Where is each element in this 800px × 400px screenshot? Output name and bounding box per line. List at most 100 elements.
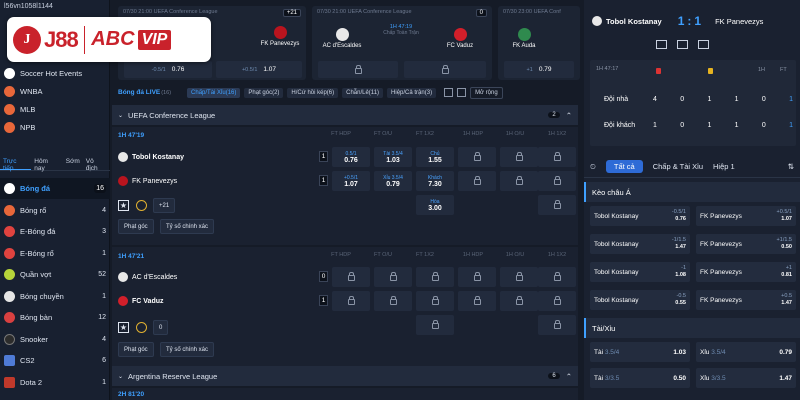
lock-icon (515, 272, 523, 281)
grid-view-icon[interactable] (457, 88, 467, 97)
odds-cell-locked[interactable] (458, 291, 496, 311)
odds-cell[interactable]: Xỉu 3.5/4 0.79 (374, 171, 412, 191)
odds-cell-locked[interactable] (416, 315, 454, 335)
sidebar-item-npb[interactable]: NPB (0, 117, 110, 138)
filter-corners[interactable]: Phạt góc(2) (244, 87, 284, 98)
odds-cell-locked[interactable] (332, 291, 370, 311)
odds-cell-locked[interactable] (500, 267, 538, 287)
odds-cell-locked[interactable] (538, 315, 576, 335)
odds-cell[interactable]: Tài 3/3.5 0.50 (590, 368, 690, 388)
odds-button-locked[interactable] (404, 61, 486, 78)
odds-cell[interactable]: Chủ 1.55 (416, 147, 454, 167)
odds-cell-locked[interactable] (416, 267, 454, 287)
sidebar-item-football[interactable]: Bóng đá 16 (0, 178, 110, 199)
field-view-icon[interactable] (677, 40, 688, 49)
tab-handicap-ou[interactable]: Chấp & Tài Xỉu (653, 162, 703, 171)
chevron-up-icon[interactable]: ⌃ (566, 111, 572, 120)
odds-cell-locked[interactable] (458, 267, 496, 287)
sidebar-item-basketball[interactable]: Bóng rổ 4 (0, 200, 110, 221)
odds-cell[interactable]: Tobol Kostanay -1 1.08 (590, 262, 690, 282)
odds-cell-locked[interactable] (538, 291, 576, 311)
sidebar-item-e-football[interactable]: E-Bóng đá 3 (0, 221, 110, 242)
tab-early[interactable]: Sớm (63, 158, 83, 170)
odds-button[interactable]: -0.5/1 0.76 (124, 61, 212, 78)
odds-cell-locked[interactable] (538, 147, 576, 167)
odds-cell[interactable]: Khách 7.30 (416, 171, 454, 191)
more-markets-button[interactable]: +21 (153, 198, 176, 213)
odds-cell[interactable]: Tobol Kostanay -1/1.5 1.47 (590, 234, 690, 254)
lock-icon (515, 176, 523, 185)
odds-cell-locked[interactable] (332, 267, 370, 287)
sidebar-item-tennis[interactable]: Quần vợt 52 (0, 264, 110, 285)
odds-cell-locked[interactable] (458, 147, 496, 167)
correct-score-button[interactable]: Tỷ số chính xác (160, 219, 215, 234)
odds-cell[interactable]: Xỉu 3.5/4 0.79 (696, 342, 796, 362)
correct-score-button[interactable]: Tỷ số chính xác (160, 342, 215, 357)
corners-button[interactable]: Phạt góc (118, 219, 154, 234)
odds-cell[interactable]: Hòa 3.00 (416, 195, 454, 215)
odds-cell[interactable]: FK Panevezys +0.5/1 1.07 (696, 206, 796, 226)
statistics-icon[interactable] (136, 322, 147, 333)
tab-all[interactable]: Tất cả (605, 160, 643, 173)
odds-button-locked[interactable] (318, 61, 398, 78)
odds-cell[interactable]: Tobol Kostanay -0.5 0.55 (590, 290, 690, 310)
totals-section-header[interactable]: Tài/Xỉu (584, 318, 800, 338)
league-header[interactable]: ⌄ UEFA Conference League 2 ⌃ (112, 105, 578, 125)
sidebar-item-cs2[interactable]: CS2 6 (0, 350, 110, 371)
statistics-icon[interactable] (136, 200, 147, 211)
star-icon[interactable]: ★ (118, 200, 129, 211)
odds-cell-locked[interactable] (374, 291, 412, 311)
stats-view-icon[interactable] (656, 40, 667, 49)
odds-cell-locked[interactable] (538, 171, 576, 191)
more-markets-badge[interactable]: +21 (282, 9, 301, 17)
sidebar-item-e-basketball[interactable]: E-Bóng rổ 1 (0, 243, 110, 264)
odds-cell-locked[interactable] (500, 147, 538, 167)
tab-first-half[interactable]: Hiệp 1 (713, 162, 735, 171)
expand-button[interactable]: Mở rộng (470, 86, 503, 99)
tab-live[interactable]: Trực tiếp (0, 158, 32, 172)
more-markets-button[interactable]: 0 (153, 320, 169, 335)
tab-today[interactable]: Hôm nay (31, 158, 62, 172)
sort-icon[interactable]: ⇅ (788, 162, 794, 171)
odds-cell[interactable]: Tobol Kostanay -0.5/1 0.76 (590, 206, 690, 226)
filter-double-chance[interactable]: H/Cứ hồi kép(6) (287, 87, 339, 98)
filter-half-full[interactable]: Hiệp/Cả trận(3) (387, 87, 437, 98)
odds-cell[interactable]: 0.5/1 0.76 (332, 147, 370, 167)
handicap-section-header[interactable]: Kèo châu Á (584, 182, 800, 202)
corners-button[interactable]: Phạt góc (118, 342, 154, 357)
odds-cell-locked[interactable] (538, 195, 576, 215)
odds-button[interactable]: +0.5/1 1.07 (216, 61, 302, 78)
odds-cell-locked[interactable] (458, 171, 496, 191)
odds-cell-locked[interactable] (500, 291, 538, 311)
odds-cell-locked[interactable] (416, 291, 454, 311)
odds-cell[interactable]: FK Panevezys +0.5 1.47 (696, 290, 796, 310)
odds-cell[interactable]: Tài 3.5/4 1.03 (590, 342, 690, 362)
sidebar-item-snooker[interactable]: Snooker 4 (0, 329, 110, 350)
sidebar-item-table-tennis[interactable]: Bóng bàn 12 (0, 307, 110, 328)
list-view-icon[interactable] (444, 88, 454, 97)
featured-match-card[interactable]: 07/30 23:00 UEFA Conf FK Auda +1 0.79 (498, 6, 580, 80)
match-time: 2H 81'20 (118, 391, 145, 398)
filter-hdp-ou[interactable]: Chấp/Tài Xỉu(16) (187, 87, 241, 98)
home-score: 1 (319, 151, 328, 162)
star-icon[interactable]: ★ (118, 322, 129, 333)
tennis-ball-icon (4, 269, 15, 280)
featured-match-card[interactable]: 07/30 21:00 UEFA Conference League 0 AC d… (312, 6, 492, 80)
odds-cell-locked[interactable] (538, 267, 576, 287)
tab-outright[interactable]: Vô địch (83, 158, 110, 172)
league-header[interactable]: ⌄ Argentina Reserve League 6 ⌃ (112, 366, 578, 386)
odds-cell[interactable]: Xỉu 3/3.5 1.47 (696, 368, 796, 388)
odds-cell[interactable]: FK Panevezys +1 0.81 (696, 262, 796, 282)
filter-odd-even[interactable]: Chẵn/Lẻ(11) (342, 87, 384, 98)
chevron-up-icon[interactable]: ⌃ (566, 372, 572, 381)
odds-cell[interactable]: FK Panevezys +1/1.5 0.50 (696, 234, 796, 254)
odds-cell-locked[interactable] (500, 171, 538, 191)
odds-button[interactable]: +1 0.79 (504, 61, 574, 78)
odds-cell[interactable]: +0.5/1 1.07 (332, 171, 370, 191)
odds-cell-locked[interactable] (374, 267, 412, 287)
video-view-icon[interactable] (698, 40, 709, 49)
sidebar-item-dota2[interactable]: Dota 21 (0, 372, 110, 393)
more-markets-badge[interactable]: 0 (475, 9, 487, 17)
odds-cell[interactable]: Tài 3.5/4 1.03 (374, 147, 412, 167)
sidebar-item-volleyball[interactable]: Bóng chuyền 1 (0, 286, 110, 307)
